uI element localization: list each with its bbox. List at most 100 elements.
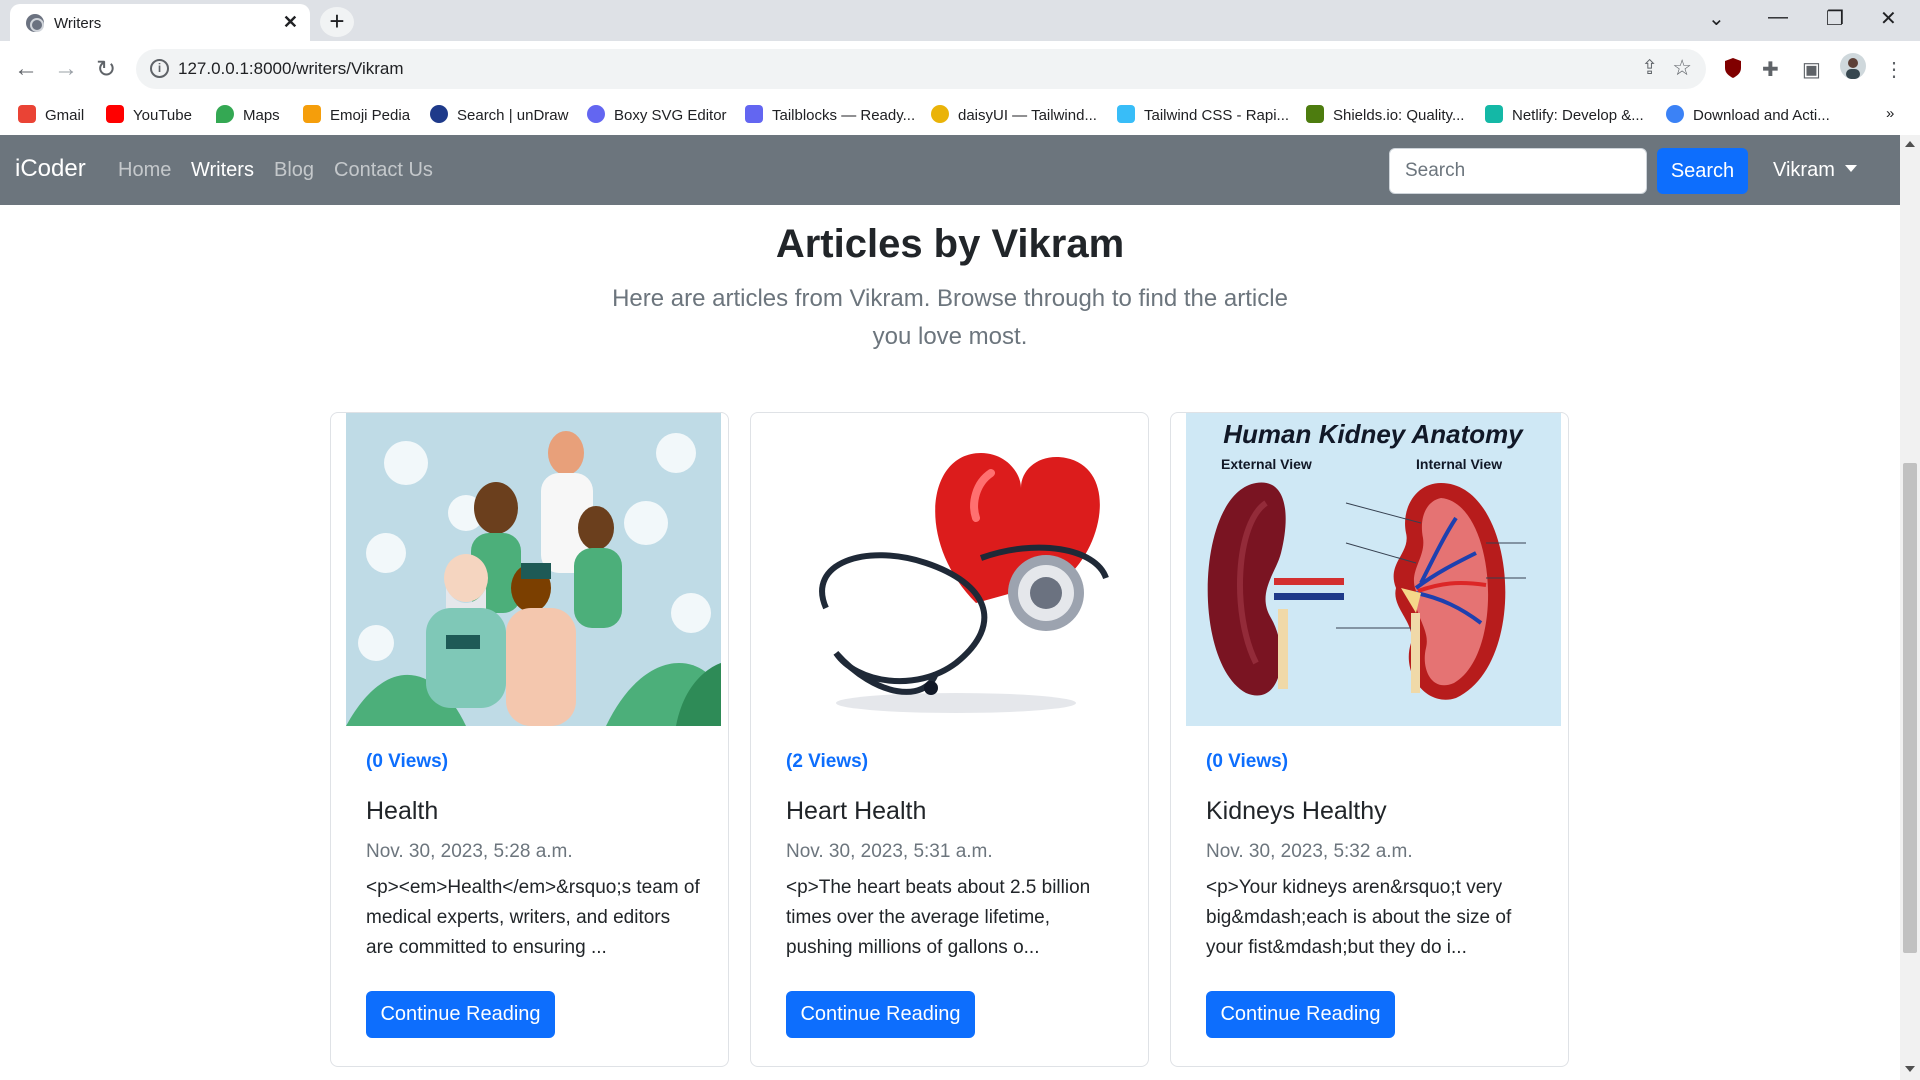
image-caption: Human Kidney Anatomy	[1223, 419, 1524, 449]
page-subtitle: Here are articles from Vikram. Browse th…	[612, 285, 1288, 350]
bookmark-item[interactable]: Maps	[216, 105, 280, 124]
bookmark-item[interactable]: Boxy SVG Editor	[587, 105, 727, 124]
bookmarks-bar: Gmail YouTube Maps Emoji Pedia Search | …	[0, 97, 1920, 135]
gmail-icon	[18, 105, 36, 123]
bookmark-label: Download and Acti...	[1693, 107, 1830, 124]
bookmark-label: Netlify: Develop &...	[1512, 107, 1644, 124]
user-dropdown[interactable]: Vikram	[1773, 159, 1857, 182]
brand-logo[interactable]: iCoder	[15, 155, 86, 183]
pc-icon	[1666, 105, 1684, 123]
internal-view-label: Internal View	[1416, 456, 1502, 472]
article-excerpt: <p>The heart beats about 2.5 billion tim…	[786, 877, 1091, 958]
netlify-icon	[1485, 105, 1503, 123]
article-title: Kidneys Healthy	[1206, 797, 1387, 825]
back-icon[interactable]: ←	[14, 55, 38, 83]
daisyui-icon	[931, 105, 949, 123]
external-view-label: External View	[1221, 456, 1312, 472]
url-text[interactable]: 127.0.0.1:8000/writers/Vikram	[178, 59, 404, 79]
maps-icon	[216, 105, 234, 123]
restore-icon[interactable]: ❐	[1826, 6, 1844, 31]
minimize-icon[interactable]: —	[1768, 6, 1788, 29]
article-date: Nov. 30, 2023, 5:31 a.m.	[786, 841, 993, 862]
bookmark-label: Maps	[243, 107, 280, 124]
article-date: Nov. 30, 2023, 5:32 a.m.	[1206, 841, 1413, 862]
search-input[interactable]	[1389, 148, 1647, 194]
nav-link-blog[interactable]: Blog	[274, 159, 314, 182]
scroll-down-icon[interactable]	[1905, 1066, 1915, 1072]
tab-search-icon[interactable]: ⌄	[1708, 6, 1725, 31]
youtube-icon	[106, 105, 124, 123]
bookmark-label: daisyUI — Tailwind...	[958, 107, 1097, 124]
bookmark-item[interactable]: daisyUI — Tailwind...	[931, 105, 1097, 124]
bookmark-label: Search | unDraw	[457, 107, 569, 124]
bookmark-item[interactable]: Tailwind CSS - Rapi...	[1117, 105, 1289, 124]
nav-link-writers[interactable]: Writers	[191, 159, 254, 182]
bookmark-label: Gmail	[45, 107, 85, 124]
new-tab-button[interactable]: +	[320, 7, 354, 37]
bookmark-item[interactable]: Search | unDraw	[430, 105, 568, 124]
bookmark-item[interactable]: Emoji Pedia	[303, 105, 410, 124]
article-card: (2 Views) Heart Health Nov. 30, 2023, 5:…	[750, 412, 1149, 1067]
article-card: Human Kidney Anatomy External View Inter…	[1170, 412, 1569, 1067]
browser-tab[interactable]: Writers ✕	[10, 4, 310, 41]
scrollbar-thumb[interactable]	[1903, 463, 1917, 953]
article-date: Nov. 30, 2023, 5:28 a.m.	[366, 841, 573, 862]
page-title: Articles by Vikram	[775, 222, 1125, 266]
continue-reading-button[interactable]: Continue Reading	[786, 991, 975, 1038]
bookmark-label: Tailblocks — Ready...	[772, 107, 916, 124]
browser-toolbar: ← → ↻ i 127.0.0.1:8000/writers/Vikram ⇪ …	[0, 41, 1920, 97]
nav-link-contact[interactable]: Contact Us	[334, 159, 433, 182]
article-card: (0 Views) Health Nov. 30, 2023, 5:28 a.m…	[330, 412, 729, 1067]
boxy-svg-icon	[587, 105, 605, 123]
nav-link-home[interactable]: Home	[118, 159, 171, 182]
browser-tabstrip: Writers ✕ + ⌄ — ❐ ✕	[0, 0, 1920, 41]
extensions-icon[interactable]: ✚	[1762, 57, 1779, 82]
forward-icon[interactable]: →	[54, 55, 78, 83]
ublock-icon[interactable]	[1723, 57, 1743, 85]
site-info-icon[interactable]: i	[150, 59, 169, 78]
caret-down-icon	[1844, 165, 1857, 172]
side-panel-icon[interactable]: ▣	[1802, 57, 1821, 82]
continue-reading-button[interactable]: Continue Reading	[1206, 991, 1395, 1038]
bookmark-label: YouTube	[133, 107, 192, 124]
article-title: Health	[366, 797, 439, 825]
kidney-anatomy-image[interactable]: Human Kidney Anatomy External View Inter…	[1186, 413, 1561, 726]
tailwind-icon	[1117, 105, 1135, 123]
bookmark-item[interactable]: Download and Acti...	[1666, 105, 1830, 124]
bookmark-label: Shields.io: Quality...	[1333, 107, 1465, 124]
window-close-icon[interactable]: ✕	[1880, 6, 1897, 31]
shields-icon	[1306, 105, 1324, 123]
heart-stethoscope-image[interactable]	[766, 413, 1141, 726]
bookmark-item[interactable]: Netlify: Develop &...	[1485, 105, 1644, 124]
article-title: Heart Health	[786, 797, 927, 825]
user-name: Vikram	[1773, 159, 1835, 181]
bookmark-item[interactable]: Gmail	[18, 105, 84, 124]
tab-title: Writers	[54, 15, 102, 32]
view-count: (0 Views)	[1206, 751, 1289, 772]
view-count: (0 Views)	[366, 751, 449, 772]
more-bookmarks-icon[interactable]: »	[1886, 105, 1894, 122]
address-bar[interactable]: i 127.0.0.1:8000/writers/Vikram ⇪ ☆	[136, 49, 1706, 89]
emojipedia-icon	[303, 105, 321, 123]
site-navbar: iCoder Home Writers Blog Contact Us Sear…	[0, 135, 1900, 205]
close-tab-icon[interactable]: ✕	[283, 12, 298, 33]
bookmark-item[interactable]: Shields.io: Quality...	[1306, 105, 1464, 124]
bookmark-label: Emoji Pedia	[330, 107, 411, 124]
menu-icon[interactable]: ⋮	[1884, 57, 1904, 82]
globe-icon	[26, 14, 44, 32]
page-scrollbar[interactable]	[1900, 135, 1920, 1080]
article-excerpt: <p>Your kidneys aren&rsquo;t very big&md…	[1206, 877, 1512, 958]
continue-reading-button[interactable]: Continue Reading	[366, 991, 555, 1038]
bookmark-star-icon[interactable]: ☆	[1672, 55, 1692, 81]
bookmark-item[interactable]: YouTube	[106, 105, 192, 124]
health-illustration-image[interactable]	[346, 413, 721, 726]
tailblocks-icon	[745, 105, 763, 123]
article-excerpt: <p><em>Health</em>&rsquo;s team of medic…	[366, 877, 700, 958]
scroll-up-icon[interactable]	[1905, 141, 1915, 147]
bookmark-label: Boxy SVG Editor	[614, 107, 727, 124]
share-icon[interactable]: ⇪	[1641, 55, 1658, 80]
reload-icon[interactable]: ↻	[96, 55, 116, 84]
bookmark-item[interactable]: Tailblocks — Ready...	[745, 105, 915, 124]
profile-avatar[interactable]	[1840, 53, 1866, 85]
search-button[interactable]: Search	[1657, 148, 1748, 194]
